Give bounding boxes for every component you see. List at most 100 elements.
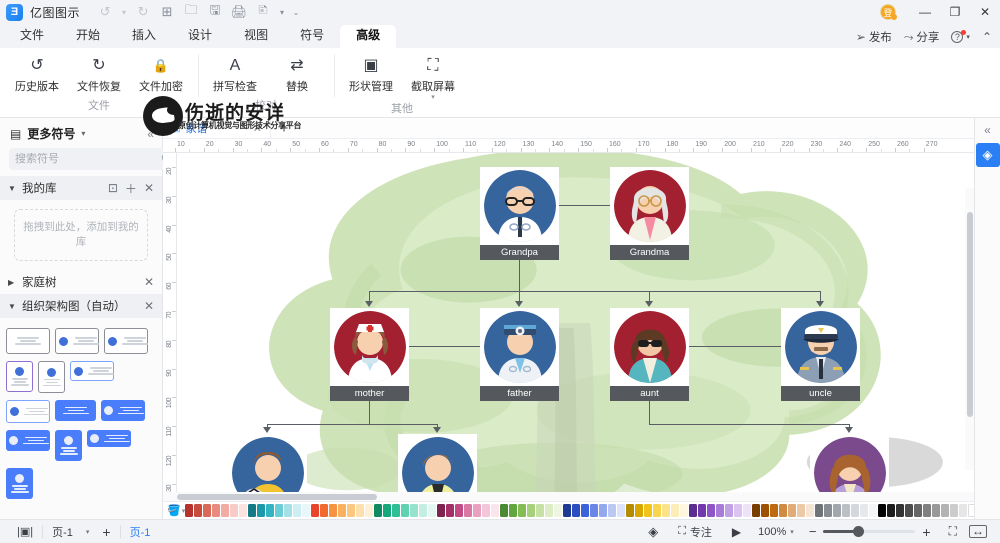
diagram-node-child3[interactable] <box>810 434 889 492</box>
color-swatch[interactable] <box>374 504 383 517</box>
color-swatch[interactable] <box>905 504 914 517</box>
maximize-button[interactable]: ❐ <box>940 0 970 24</box>
color-swatch[interactable] <box>689 504 698 517</box>
redo-icon[interactable]: ↻ <box>132 2 154 22</box>
color-swatch[interactable] <box>482 504 491 517</box>
zoom-level-display[interactable]: 100% ▾ <box>752 520 796 543</box>
color-swatch[interactable] <box>644 504 653 517</box>
close-icon[interactable]: ✕ <box>144 181 154 195</box>
publish-button[interactable]: ➢ 发布 <box>856 29 892 45</box>
diagram-node-grandpa[interactable]: Grandpa <box>480 167 559 260</box>
color-swatch[interactable] <box>527 504 536 517</box>
color-swatch[interactable] <box>590 504 599 517</box>
page-selector[interactable]: 页-1 <box>43 520 82 543</box>
color-swatch[interactable] <box>473 504 482 517</box>
color-swatch[interactable] <box>671 504 680 517</box>
org-symbol-9[interactable] <box>101 400 145 421</box>
horizontal-scroll-thumb[interactable] <box>177 493 377 500</box>
color-swatch[interactable] <box>707 504 716 517</box>
color-swatch[interactable] <box>266 504 275 517</box>
sidebar-section-org-chart[interactable]: ▼ 组织架构图（自动） ✕ <box>0 294 162 318</box>
horizontal-ruler[interactable]: 10 20 30 40 50 60 70 80 90 100 110 120 130 140 150 160 1… <box>163 139 974 153</box>
color-swatch[interactable] <box>185 504 194 517</box>
tab-design[interactable]: 设计 <box>172 25 228 48</box>
canvas-vertical-scrollbar[interactable] <box>965 188 974 470</box>
zoom-out-button[interactable]: − <box>802 524 824 539</box>
search-box[interactable]: 🔍 <box>9 148 181 170</box>
minimize-button[interactable]: — <box>910 0 940 24</box>
close-icon[interactable]: ✕ <box>144 299 154 313</box>
color-swatch[interactable] <box>797 504 806 517</box>
collapse-right-panel-icon[interactable]: « <box>984 123 991 137</box>
color-swatch[interactable] <box>608 504 617 517</box>
org-symbol-4[interactable] <box>6 361 33 392</box>
color-swatch[interactable] <box>563 504 572 517</box>
color-swatch[interactable] <box>626 504 635 517</box>
color-swatch[interactable] <box>239 504 248 517</box>
color-swatch[interactable] <box>257 504 266 517</box>
color-swatch[interactable] <box>500 504 509 517</box>
color-swatch[interactable] <box>896 504 905 517</box>
account-avatar[interactable]: 登 <box>880 4 897 20</box>
color-swatch[interactable] <box>842 504 851 517</box>
org-symbol-1[interactable] <box>6 328 50 354</box>
color-swatch[interactable] <box>212 504 221 517</box>
library-dropzone[interactable]: 拖拽到此处，添加到我的库 <box>14 209 148 261</box>
spellcheck-button[interactable]: A 拼写检查 <box>204 53 266 94</box>
color-swatch[interactable] <box>491 504 500 517</box>
color-swatch[interactable] <box>959 504 968 517</box>
history-version-button[interactable]: ↺ 历史版本 <box>6 53 68 94</box>
import-icon[interactable]: ⊡ <box>108 181 118 195</box>
color-swatch[interactable] <box>293 504 302 517</box>
chevron-down-icon[interactable]: ▼ <box>8 184 17 193</box>
color-swatch[interactable] <box>914 504 923 517</box>
shape-manager-button[interactable]: ▣ 形状管理 <box>340 53 402 94</box>
tab-home[interactable]: 开始 <box>60 25 116 48</box>
sidebar-section-my-library[interactable]: ▼ 我的库 ⊡ ＋ ✕ <box>0 176 162 200</box>
tab-advanced[interactable]: 高级 <box>340 25 397 48</box>
color-swatch[interactable] <box>806 504 815 517</box>
diagram-canvas[interactable]: Grandpa Grandma mother father aunt uncle <box>177 153 974 492</box>
org-symbol-11[interactable] <box>55 430 82 461</box>
color-swatch[interactable] <box>410 504 419 517</box>
color-swatch[interactable] <box>311 504 320 517</box>
add-page-button[interactable]: + <box>93 520 119 543</box>
open-icon[interactable]: 🗀 <box>180 2 202 22</box>
color-swatch[interactable] <box>887 504 896 517</box>
color-swatch[interactable] <box>833 504 842 517</box>
color-swatch[interactable] <box>203 504 212 517</box>
tab-view[interactable]: 视图 <box>228 25 284 48</box>
page-layout-button[interactable]: |▣| <box>8 520 42 543</box>
color-swatch[interactable] <box>194 504 203 517</box>
color-swatch[interactable] <box>437 504 446 517</box>
color-swatch[interactable] <box>716 504 725 517</box>
more-commands-icon[interactable]: ⌄ <box>290 2 302 22</box>
close-icon[interactable]: ✕ <box>253 122 262 135</box>
color-swatch[interactable] <box>518 504 527 517</box>
color-swatch[interactable] <box>581 504 590 517</box>
file-encrypt-button[interactable]: 🔒 文件加密 <box>130 53 192 94</box>
presentation-button[interactable]: ▶ <box>723 520 750 543</box>
org-symbol-5[interactable] <box>38 361 65 393</box>
fill-tool-button[interactable]: ◈ <box>975 143 1000 167</box>
color-swatch[interactable] <box>869 504 878 517</box>
page-selector-dropdown[interactable]: ▾ <box>82 520 94 543</box>
color-swatch[interactable] <box>365 504 374 517</box>
chevron-right-icon[interactable]: ▶ <box>8 278 17 287</box>
share-button[interactable]: ⤳ 分享 <box>904 29 940 45</box>
export-dropdown-icon[interactable]: ▾ <box>276 2 288 22</box>
color-swatch[interactable] <box>509 504 518 517</box>
fit-width-button[interactable]: ↔ <box>964 520 992 543</box>
zoom-slider-track[interactable] <box>823 526 916 537</box>
color-swatch[interactable] <box>950 504 959 517</box>
zoom-in-button[interactable]: + <box>915 524 937 540</box>
diagram-node-mother[interactable]: mother <box>330 308 409 401</box>
chevron-down-icon[interactable]: ▾ <box>790 528 794 536</box>
color-swatch[interactable] <box>383 504 392 517</box>
diagram-node-father[interactable]: father <box>480 308 559 401</box>
color-swatch[interactable] <box>419 504 428 517</box>
tab-insert[interactable]: 插入 <box>116 25 172 48</box>
color-swatch[interactable] <box>725 504 734 517</box>
color-swatch[interactable] <box>221 504 230 517</box>
diagram-node-child1[interactable] <box>228 434 307 492</box>
